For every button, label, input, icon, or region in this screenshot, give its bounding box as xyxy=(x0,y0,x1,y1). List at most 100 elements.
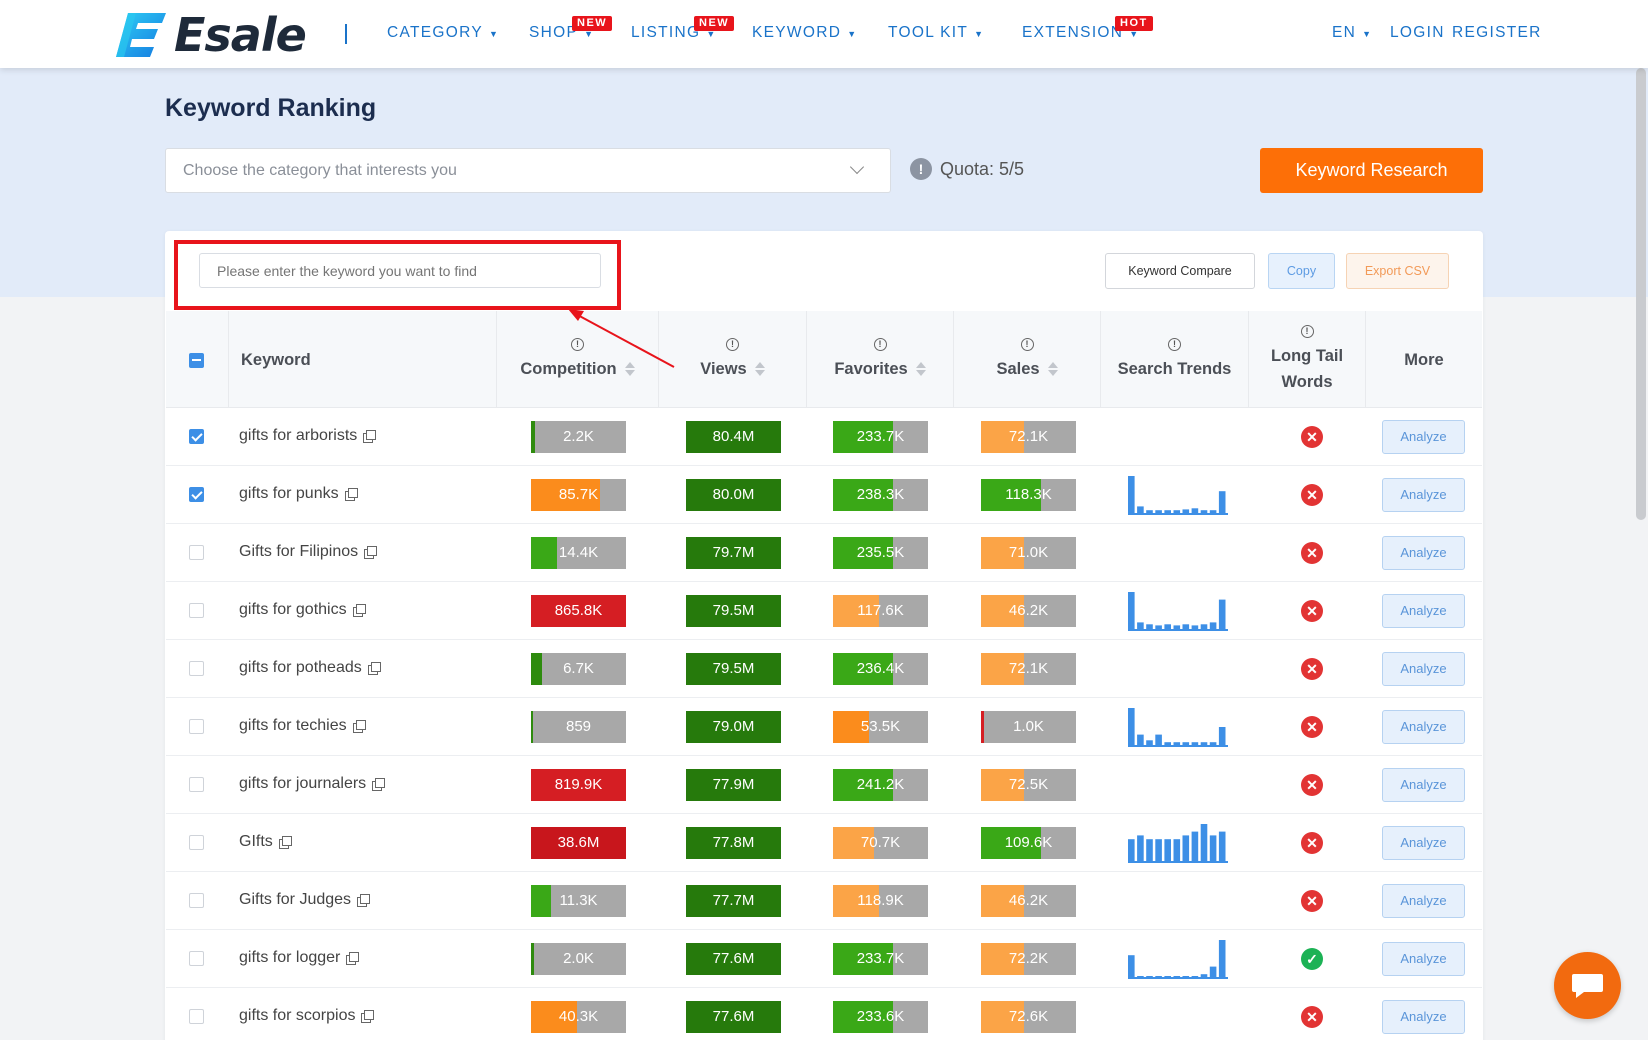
favorites-bar: 70.7K xyxy=(833,827,928,859)
competition-bar: 819.9K xyxy=(531,769,626,801)
views-value: 77.6M xyxy=(712,1008,755,1025)
copy-icon[interactable] xyxy=(363,430,377,443)
keyword-compare-button[interactable]: Keyword Compare xyxy=(1105,253,1255,289)
header-keyword: Keyword xyxy=(228,311,496,408)
category-select[interactable]: Choose the category that interests you xyxy=(165,148,891,193)
trend-bar xyxy=(1182,835,1190,862)
copy-icon[interactable] xyxy=(367,662,381,675)
sales-value: 72.6K xyxy=(1008,1008,1049,1025)
keyword-text[interactable]: GIfts xyxy=(239,833,273,851)
analyze-button[interactable]: Analyze xyxy=(1382,942,1465,976)
analyze-button[interactable]: Analyze xyxy=(1382,884,1465,918)
copy-button[interactable]: Copy xyxy=(1268,253,1335,289)
sales-value: 46.2K xyxy=(1008,892,1049,909)
analyze-button[interactable]: Analyze xyxy=(1382,594,1465,628)
nav-category-label: CATEGORY xyxy=(387,24,483,41)
keyword-cell: gifts for scorpios xyxy=(239,1007,375,1025)
row-checkbox[interactable] xyxy=(189,661,204,676)
sort-icon[interactable] xyxy=(915,361,926,376)
copy-icon[interactable] xyxy=(352,720,366,733)
keyword-text[interactable]: Gifts for Judges xyxy=(239,891,351,909)
copy-icon[interactable] xyxy=(357,894,371,907)
keyword-text[interactable]: gifts for journalers xyxy=(239,775,366,793)
favorites-value: 241.2K xyxy=(856,776,905,793)
copy-icon[interactable] xyxy=(361,1010,375,1023)
header-favorites[interactable]: ! Favorites xyxy=(806,311,953,408)
keyword-text[interactable]: gifts for arborists xyxy=(239,427,357,445)
sort-icon[interactable] xyxy=(1047,361,1058,376)
favorites-value: 233.7K xyxy=(856,428,905,445)
analyze-button[interactable]: Analyze xyxy=(1382,536,1465,570)
analyze-button[interactable]: Analyze xyxy=(1382,420,1465,454)
row-checkbox[interactable] xyxy=(189,719,204,734)
header-favorites-label: Favorites xyxy=(834,359,908,378)
header-views[interactable]: ! Views xyxy=(658,311,806,408)
info-icon: ! xyxy=(1020,337,1034,351)
copy-icon[interactable] xyxy=(352,604,366,617)
favorites-bar: 235.5K xyxy=(833,537,928,569)
info-icon: ! xyxy=(726,337,739,351)
analyze-button[interactable]: Analyze xyxy=(1382,768,1465,802)
analyze-button[interactable]: Analyze xyxy=(1382,478,1465,512)
nav-category[interactable]: CATEGORY ▼ xyxy=(387,24,499,42)
copy-icon[interactable] xyxy=(372,778,386,791)
copy-icon[interactable] xyxy=(344,488,358,501)
chat-button[interactable] xyxy=(1554,952,1621,1019)
x-circle-icon: ✕ xyxy=(1301,600,1323,622)
register-link[interactable]: REGISTER xyxy=(1452,24,1542,42)
chevron-down-icon: ▼ xyxy=(847,29,858,39)
views-value: 77.7M xyxy=(712,892,755,909)
row-checkbox[interactable] xyxy=(189,487,204,502)
trend-bar xyxy=(1164,839,1171,862)
header-search-trends-label: Search Trends xyxy=(1117,359,1232,378)
favorites-value: 53.5K xyxy=(860,718,901,735)
views-bar: 79.5M xyxy=(686,595,781,627)
keyword-text[interactable]: gifts for punks xyxy=(239,485,339,503)
analyze-button[interactable]: Analyze xyxy=(1382,710,1465,744)
header-sales[interactable]: ! Sales xyxy=(953,311,1100,408)
favorites-bar: 118.9K xyxy=(833,885,928,917)
header-views-label: Views xyxy=(700,359,747,378)
row-checkbox[interactable] xyxy=(189,951,204,966)
keyword-text[interactable]: gifts for scorpios xyxy=(239,1007,355,1025)
nav-listing-label: LISTING xyxy=(631,24,701,41)
row-checkbox[interactable] xyxy=(189,1009,204,1024)
row-checkbox[interactable] xyxy=(189,893,204,908)
nav-keyword-label: KEYWORD xyxy=(752,24,842,41)
analyze-button[interactable]: Analyze xyxy=(1382,652,1465,686)
copy-icon[interactable] xyxy=(278,836,292,849)
keyword-text[interactable]: Gifts for Filipinos xyxy=(239,543,358,561)
page-scrollbar[interactable] xyxy=(1636,68,1646,520)
keyword-research-button[interactable]: Keyword Research xyxy=(1260,148,1483,193)
logo-text: Esale xyxy=(174,8,307,62)
sales-bar: 72.5K xyxy=(981,769,1076,801)
hot-badge: HOT xyxy=(1115,16,1153,31)
header-more: More xyxy=(1365,311,1482,408)
annotation-arrow-icon xyxy=(568,309,675,368)
sort-icon[interactable] xyxy=(754,361,765,376)
chat-icon xyxy=(1572,974,1603,998)
copy-icon[interactable] xyxy=(346,952,360,965)
row-checkbox[interactable] xyxy=(189,429,204,444)
copy-icon[interactable] xyxy=(364,546,378,559)
keyword-text[interactable]: gifts for gothics xyxy=(239,601,347,619)
trend-bar xyxy=(1137,622,1144,630)
row-checkbox[interactable] xyxy=(189,603,204,618)
nav-keyword[interactable]: KEYWORD ▼ xyxy=(752,24,857,42)
keyword-text[interactable]: gifts for logger xyxy=(239,949,340,967)
export-csv-button[interactable]: Export CSV xyxy=(1346,253,1449,289)
keyword-text[interactable]: gifts for techies xyxy=(239,717,347,735)
select-all-checkbox[interactable] xyxy=(189,353,204,368)
trend-bar xyxy=(1218,940,1226,978)
row-checkbox[interactable] xyxy=(189,545,204,560)
views-bar: 79.0M xyxy=(686,711,781,743)
analyze-button[interactable]: Analyze xyxy=(1382,1000,1465,1034)
language-select[interactable]: EN ▼ xyxy=(1332,24,1372,42)
analyze-button[interactable]: Analyze xyxy=(1382,826,1465,860)
row-checkbox[interactable] xyxy=(189,835,204,850)
esale-logo[interactable]: Esale xyxy=(114,7,314,63)
row-checkbox[interactable] xyxy=(189,777,204,792)
nav-toolkit[interactable]: TOOL KIT ▼ xyxy=(888,24,984,42)
login-link[interactable]: LOGIN xyxy=(1390,24,1445,42)
keyword-text[interactable]: gifts for potheads xyxy=(239,659,362,677)
